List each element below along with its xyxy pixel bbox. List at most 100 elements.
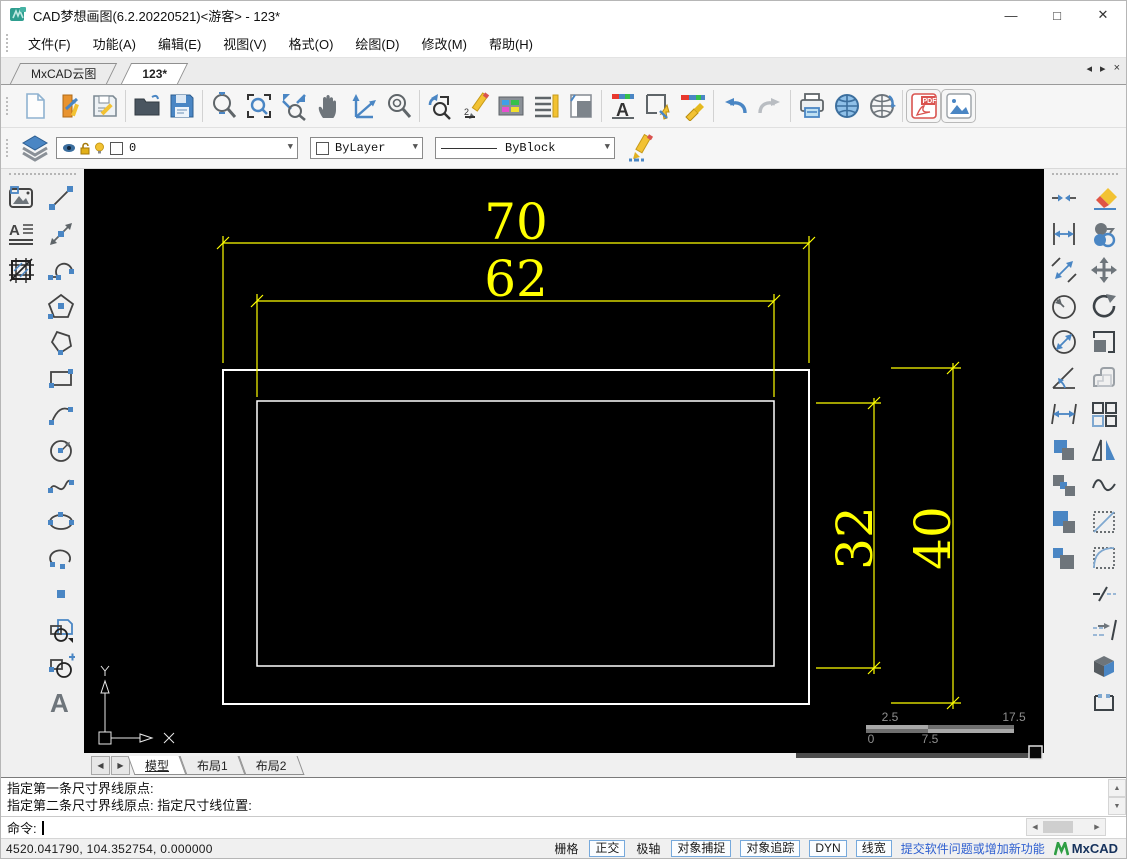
command-input[interactable]: 命令: (1, 816, 1126, 838)
toggle-grid[interactable]: 栅格 (552, 840, 580, 857)
explode-button[interactable] (1087, 648, 1121, 684)
layout-page-button[interactable] (563, 89, 598, 123)
linear-dimension-button[interactable] (1047, 216, 1081, 252)
insert-block-button[interactable] (44, 612, 78, 648)
angular-dimension-button[interactable] (1047, 360, 1081, 396)
rectangle-button[interactable] (44, 360, 78, 396)
ellipse-button[interactable] (44, 504, 78, 540)
linetype-button[interactable] (528, 89, 563, 123)
zoom-dynamic-button[interactable] (206, 89, 241, 123)
new-file-button[interactable] (17, 89, 52, 123)
canvas-grip[interactable] (1028, 745, 1043, 760)
toggle-dyn[interactable]: DYN (809, 840, 847, 857)
tab-mxcad-cloud[interactable]: MxCAD云图 (15, 63, 112, 84)
tab-scroll-right-icon[interactable]: ▸ (1100, 62, 1106, 75)
spline-button[interactable] (44, 468, 78, 504)
hatch-button[interactable] (4, 252, 38, 288)
menu-file[interactable]: 文件(F) (17, 31, 82, 55)
open-file-button[interactable] (129, 89, 164, 123)
stretch-button[interactable] (1087, 684, 1121, 720)
tab-layout2[interactable]: 布局2 (242, 756, 301, 775)
menu-modify[interactable]: 修改(M) (410, 31, 478, 55)
menu-help[interactable]: 帮助(H) (478, 31, 544, 55)
close-button[interactable]: ✕ (1080, 1, 1126, 29)
pan-button[interactable] (311, 89, 346, 123)
toolbar-grip[interactable] (6, 34, 11, 52)
toggle-ortho[interactable]: 正交 (589, 840, 626, 857)
erase-button[interactable] (1087, 180, 1121, 216)
create-block-button[interactable] (44, 648, 78, 684)
aligned-dimension-button[interactable] (1047, 252, 1081, 288)
menu-view[interactable]: 视图(V) (212, 31, 277, 55)
toggle-polar[interactable]: 极轴 (634, 840, 662, 857)
minimize-button[interactable]: — (988, 1, 1034, 29)
undo-button[interactable] (717, 89, 752, 123)
offset-button[interactable] (1087, 360, 1121, 396)
polyline-button[interactable] (44, 252, 78, 288)
circle-button[interactable] (44, 432, 78, 468)
zoom-previous-button[interactable] (423, 89, 458, 123)
feedback-link[interactable]: 提交软件问题或增加新功能 (901, 840, 1045, 857)
tab-model[interactable]: 模型 (131, 756, 183, 775)
sketch-button[interactable]: 2 (458, 89, 493, 123)
measure-button[interactable] (346, 89, 381, 123)
diameter-dimension-button[interactable] (1047, 324, 1081, 360)
paste-clip-button[interactable] (1047, 504, 1081, 540)
web-publish-button[interactable] (829, 89, 864, 123)
break-button[interactable] (1087, 576, 1121, 612)
extend-button[interactable] (1087, 612, 1121, 648)
maximize-button[interactable]: □ (1034, 1, 1080, 29)
command-window[interactable]: 指定第一条尺寸界线原点: 指定第二条尺寸界线原点: 指定尺寸线位置: ▲ ▼ 命… (1, 777, 1126, 838)
point-button[interactable] (44, 576, 78, 612)
toolbar-grip[interactable] (1052, 173, 1118, 178)
layer-manager-button[interactable] (17, 131, 52, 165)
menu-function[interactable]: 功能(A) (82, 31, 147, 55)
fillet-button[interactable] (1087, 540, 1121, 576)
toolbar-grip[interactable] (6, 97, 11, 115)
scroll-right-icon[interactable]: ▶ (1089, 819, 1105, 835)
tab-layout1[interactable]: 布局1 (183, 756, 242, 775)
zoom-window-button[interactable] (241, 89, 276, 123)
tab-123[interactable]: 123* (126, 63, 183, 84)
irregular-polygon-button[interactable] (44, 324, 78, 360)
cut-clip-button[interactable] (1047, 468, 1081, 504)
scroll-up-icon[interactable]: ▲ (1108, 779, 1126, 797)
redo-button[interactable] (752, 89, 787, 123)
save-as-button[interactable] (164, 89, 199, 123)
rotate-button[interactable] (1087, 288, 1121, 324)
mirror-button[interactable] (1087, 432, 1121, 468)
text-style-button[interactable]: A (605, 89, 640, 123)
color-select[interactable]: ByLayer ▼ (310, 137, 423, 159)
open-cloud-button[interactable] (52, 89, 87, 123)
menu-draw[interactable]: 绘图(D) (344, 31, 410, 55)
move-button[interactable] (1087, 252, 1121, 288)
menu-edit[interactable]: 编辑(E) (147, 31, 212, 55)
scrollbar-thumb[interactable] (1043, 821, 1073, 833)
layer-select[interactable]: 0 ▼ (56, 137, 298, 159)
drawing-canvas[interactable]: 70 62 32 40 2.5 17.5 0 7.5 (84, 169, 1044, 760)
array-button[interactable] (1087, 396, 1121, 432)
arc-button[interactable] (44, 396, 78, 432)
text-style-button[interactable]: A (4, 216, 38, 252)
command-hscrollbar[interactable]: ◀ ▶ (1026, 818, 1106, 836)
zoom-extents-button[interactable] (276, 89, 311, 123)
tab-scroll-left-icon[interactable]: ◂ (1087, 62, 1093, 75)
export-pdf-button[interactable]: PDF (906, 89, 941, 123)
single-text-button[interactable]: A (44, 684, 78, 720)
dimension-62[interactable] (250, 294, 781, 397)
scroll-left-icon[interactable]: ◀ (1027, 819, 1043, 835)
select-button[interactable] (640, 89, 675, 123)
continued-dimension-button[interactable] (1047, 396, 1081, 432)
paste-block-button[interactable] (1047, 540, 1081, 576)
menu-format[interactable]: 格式(O) (278, 31, 345, 55)
insert-image-button[interactable] (4, 180, 38, 216)
scale-button[interactable] (1087, 324, 1121, 360)
polygon-button[interactable] (44, 288, 78, 324)
draw-settings-button[interactable] (623, 131, 658, 165)
line-button[interactable] (44, 180, 78, 216)
toolbar-grip[interactable] (9, 173, 76, 178)
revision-cloud-button[interactable] (1087, 468, 1121, 504)
match-properties-button[interactable] (675, 89, 710, 123)
color-palette-button[interactable] (493, 89, 528, 123)
copy-clip-button[interactable] (1047, 432, 1081, 468)
